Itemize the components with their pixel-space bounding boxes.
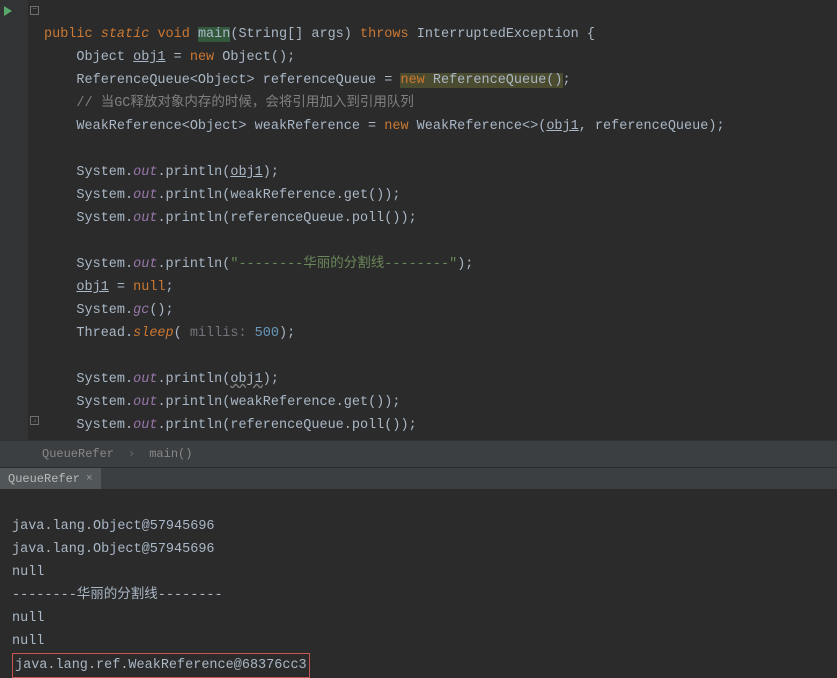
code-content[interactable]: public static void main(String[] args) t… [44,0,725,440]
code-line [44,234,52,249]
code-line: System.out.println(referenceQueue.poll()… [44,211,417,226]
console-tab-queuerefer[interactable]: QueueRefer × [0,468,101,489]
code-line: ReferenceQueue<Object> referenceQueue = … [44,73,571,88]
console-tab-label: QueueRefer [8,472,80,486]
code-line: WeakReference<Object> weakReference = ne… [44,119,725,134]
console-line: null [12,634,44,649]
code-line: System.out.println("--------华丽的分割线------… [44,257,473,272]
code-line: Thread.sleep( millis: 500); [44,326,295,341]
code-line [44,349,52,364]
code-line: obj1 = null; [44,280,174,295]
code-line: System.out.println(weakReference.get()); [44,395,401,410]
code-line: public static void main(String[] args) t… [44,27,595,42]
code-line: System.gc(); [44,303,174,318]
code-line: // 当GC释放对象内存的时候，会将引用加入到引用队列 [44,96,414,111]
breadcrumb: QueueRefer › main() [0,440,837,467]
console-line-highlighted: java.lang.ref.WeakReference@68376cc3 [12,653,310,678]
run-gutter-icon[interactable] [4,6,12,16]
code-line: Object obj1 = new Object(); [44,50,295,65]
code-line: System.out.println(obj1); [44,372,279,387]
code-line: System.out.println(obj1); [44,165,279,180]
console-line: --------华丽的分割线-------- [12,588,223,603]
code-line: System.out.println(weakReference.get()); [44,188,401,203]
code-line [44,142,52,157]
console-line: java.lang.Object@57945696 [12,519,215,534]
console-line: java.lang.Object@57945696 [12,542,215,557]
close-icon[interactable]: × [86,473,93,485]
breadcrumb-method[interactable]: main() [149,447,192,461]
console-tab-bar: QueueRefer × [0,467,837,489]
chevron-right-icon: › [128,447,135,461]
console-line: null [12,611,44,626]
code-line: System.out.println(referenceQueue.poll()… [44,418,417,433]
code-editor[interactable]: − ⌟ public static void main(String[] arg… [0,0,837,440]
editor-gutter [0,0,28,440]
console-output[interactable]: java.lang.Object@57945696 java.lang.Obje… [0,489,837,662]
console-line: null [12,565,44,580]
breadcrumb-class[interactable]: QueueRefer [42,447,114,461]
fold-collapse-icon[interactable]: − [30,6,39,15]
fold-end-icon[interactable]: ⌟ [30,416,39,425]
